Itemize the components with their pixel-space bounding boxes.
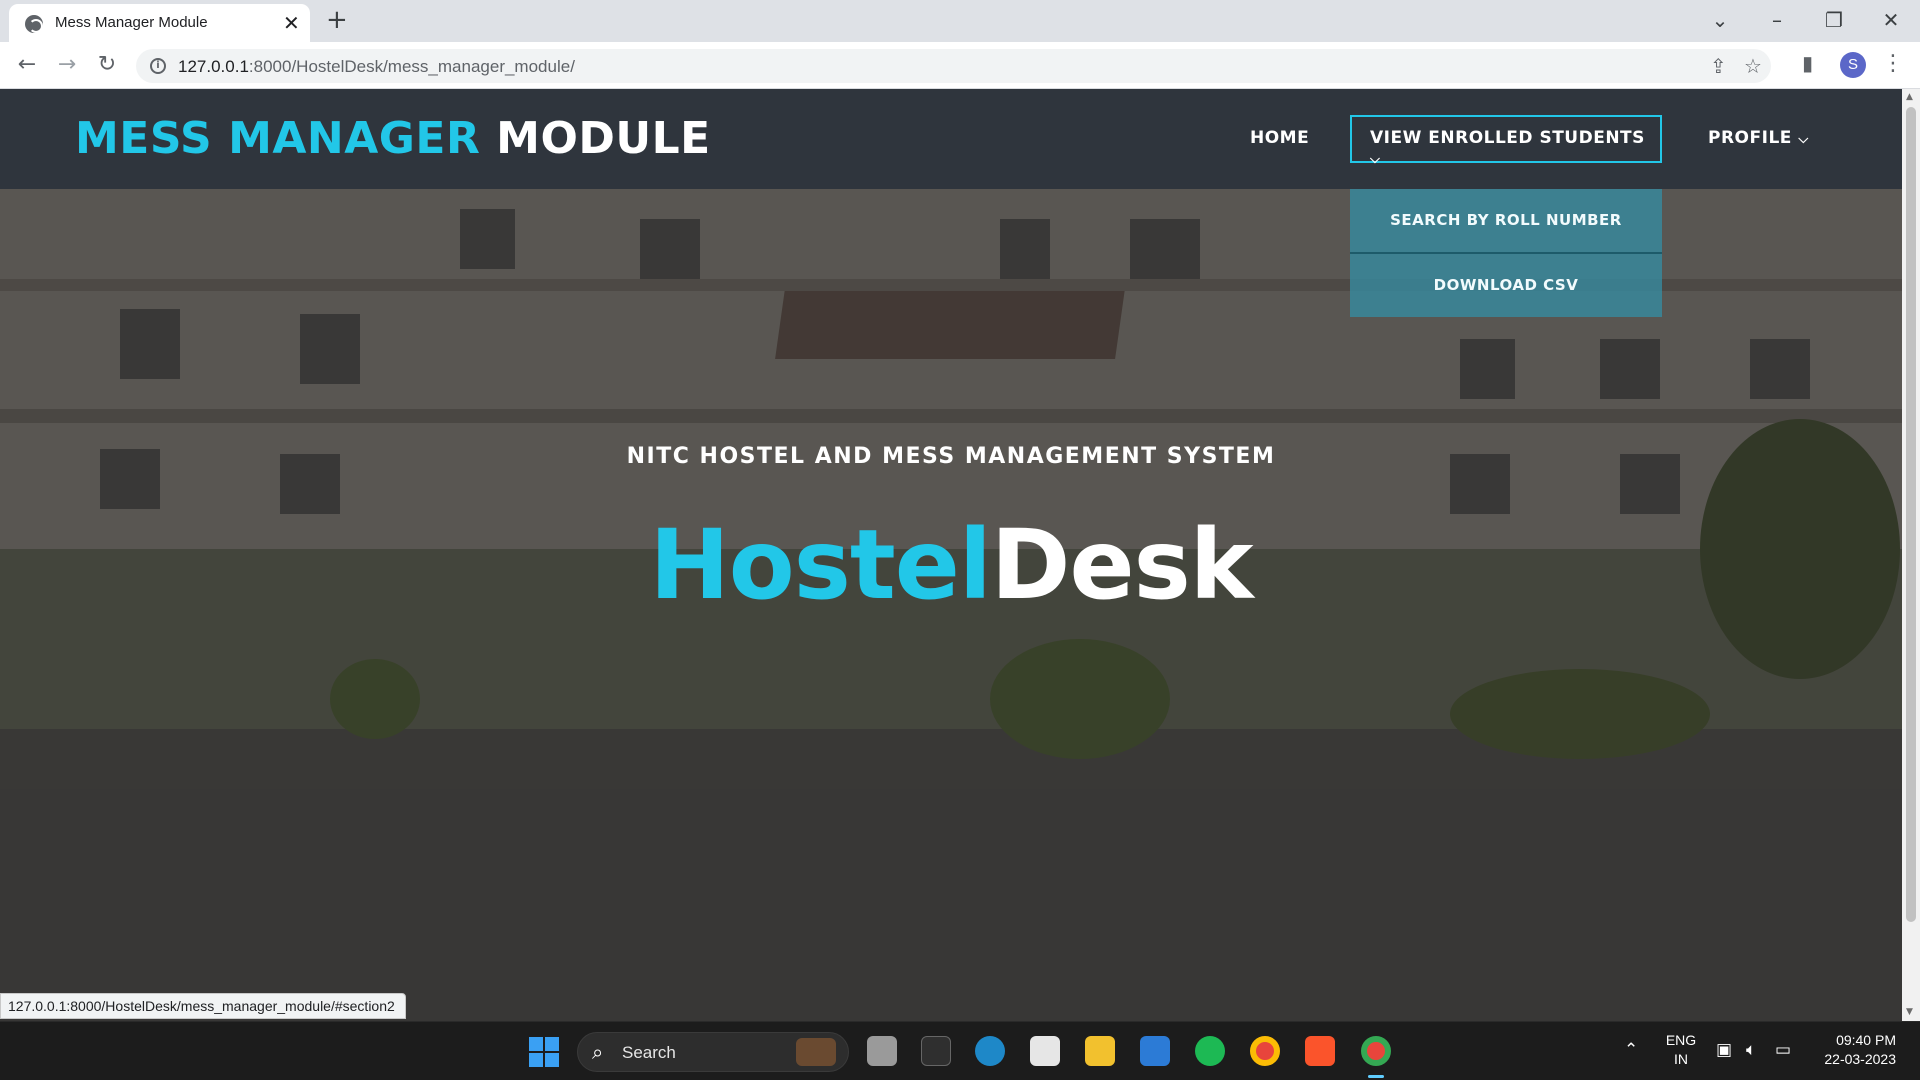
star-icon[interactable]: ☆	[1744, 55, 1762, 77]
hero-title-accent: Hostel	[649, 509, 991, 621]
nav-profile-label: PROFILE	[1708, 128, 1792, 148]
hero-title-plain: Desk	[990, 509, 1254, 621]
page-viewport: NITC HOSTEL AND MESS MANAGEMENT SYSTEM H…	[0, 89, 1902, 1021]
url-omnibox[interactable]: i 127.0.0.1:8000/HostelDesk/mess_manager…	[136, 49, 1771, 83]
sidepanel-icon[interactable]: ▮	[1802, 52, 1813, 74]
nav-profile-link[interactable]: PROFILE ⌵	[1708, 128, 1809, 148]
share-icon[interactable]: ⇪	[1710, 55, 1727, 77]
minimize-icon[interactable]: –	[1762, 6, 1792, 34]
region-code: IN	[1674, 1051, 1688, 1067]
network-icon[interactable]: ▣	[1716, 1040, 1732, 1060]
link-status-bar: 127.0.0.1:8000/HostelDesk/mess_manager_m…	[0, 993, 406, 1019]
restore-icon[interactable]: ❐	[1819, 6, 1849, 34]
url-text[interactable]: 127.0.0.1:8000/HostelDesk/mess_manager_m…	[178, 57, 575, 77]
clock-date: 22-03-2023	[1824, 1051, 1896, 1067]
windows-start-icon[interactable]	[529, 1037, 559, 1067]
battery-icon[interactable]: ▭	[1775, 1040, 1791, 1060]
windows-taskbar: ⌕ Search ⌃ ENG IN ▣ 🔈︎ ▭ 09:40 PM 22-03-…	[0, 1021, 1920, 1080]
chevron-down-icon: ⌵	[1798, 132, 1809, 147]
nav-view-enrolled-students[interactable]: VIEW ENROLLED STUDENTS ⌵	[1350, 115, 1662, 167]
scrollbar-thumb[interactable]	[1906, 107, 1916, 922]
window-close-icon[interactable]: ✕	[1876, 6, 1906, 34]
enrolled-students-dropdown: SEARCH BY ROLL NUMBER DOWNLOAD CSV	[1350, 189, 1662, 317]
nav-view-enrolled-label: VIEW ENROLLED STUDENTS	[1370, 128, 1645, 148]
clock-time: 09:40 PM	[1836, 1032, 1896, 1048]
nav-home-link[interactable]: HOME	[1250, 128, 1309, 148]
info-icon[interactable]: i	[150, 58, 166, 74]
menu-dots-icon[interactable]: ⋮	[1882, 50, 1904, 78]
language-code: ENG	[1665, 1032, 1697, 1048]
dropdown-download-csv[interactable]: DOWNLOAD CSV	[1350, 254, 1662, 317]
brave-browser-icon[interactable]	[1305, 1036, 1335, 1066]
chevron-down-icon: ⌵	[1370, 152, 1381, 167]
chevron-up-icon[interactable]: ⌃	[1624, 1040, 1638, 1060]
address-toolbar: ← → ↻ i 127.0.0.1:8000/HostelDesk/mess_m…	[0, 42, 1920, 89]
search-icon: ⌕	[592, 1040, 604, 1064]
chrome-profile-icon[interactable]	[1361, 1036, 1391, 1066]
scroll-down-arrow-icon[interactable]: ▼	[1906, 1007, 1913, 1017]
task-view-icon[interactable]	[867, 1036, 897, 1066]
taskbar-search-box[interactable]: ⌕ Search	[577, 1032, 849, 1072]
chrome-icon[interactable]	[1250, 1036, 1280, 1066]
taskbar-active-indicator	[1368, 1075, 1384, 1078]
hero-subtitle: NITC HOSTEL AND MESS MANAGEMENT SYSTEM	[626, 444, 1276, 469]
brand-logo[interactable]: MESS MANAGER MODULE	[75, 113, 711, 164]
plus-icon[interactable]: +	[326, 6, 348, 34]
reload-icon[interactable]: ↻	[93, 51, 121, 79]
tab-search-chevron-icon[interactable]: ⌄	[1705, 6, 1735, 34]
site-navbar: MESS MANAGER MODULE HOME VIEW ENROLLED S…	[0, 89, 1902, 189]
tab-title: Mess Manager Module	[55, 14, 208, 31]
edge-browser-icon[interactable]	[975, 1036, 1005, 1066]
file-explorer-icon[interactable]	[1085, 1036, 1115, 1066]
close-icon[interactable]: ✕	[283, 10, 300, 36]
mail-icon[interactable]	[1140, 1036, 1170, 1066]
widgets-icon[interactable]	[921, 1036, 951, 1066]
volume-icon[interactable]: 🔈︎	[1746, 1040, 1756, 1060]
language-indicator[interactable]: ENG IN	[1664, 1032, 1698, 1067]
brand-accent-text: MESS MANAGER	[75, 113, 481, 164]
back-arrow-icon[interactable]: ←	[13, 51, 41, 79]
dropdown-search-by-roll-number[interactable]: SEARCH BY ROLL NUMBER	[1350, 189, 1662, 252]
browser-tab-strip: Mess Manager Module ✕ + ⌄ – ❐ ✕	[0, 0, 1920, 42]
forward-arrow-icon[interactable]: →	[53, 51, 81, 79]
spotify-icon[interactable]	[1195, 1036, 1225, 1066]
browser-tab[interactable]: Mess Manager Module ✕	[9, 4, 310, 42]
taskbar-search-label: Search	[622, 1043, 676, 1062]
brand-plain-text: MODULE	[496, 113, 711, 164]
clock[interactable]: 09:40 PM 22-03-2023	[1810, 1032, 1896, 1067]
search-highlight-icon	[796, 1038, 836, 1066]
hero-title: HostelDesk	[0, 509, 1902, 621]
globe-icon	[25, 15, 43, 33]
profile-avatar[interactable]: S	[1840, 52, 1866, 78]
scroll-up-arrow-icon[interactable]: ▲	[1906, 92, 1913, 102]
microsoft-store-icon[interactable]	[1030, 1036, 1060, 1066]
page-scrollbar[interactable]: ▲ ▼	[1902, 89, 1920, 1021]
